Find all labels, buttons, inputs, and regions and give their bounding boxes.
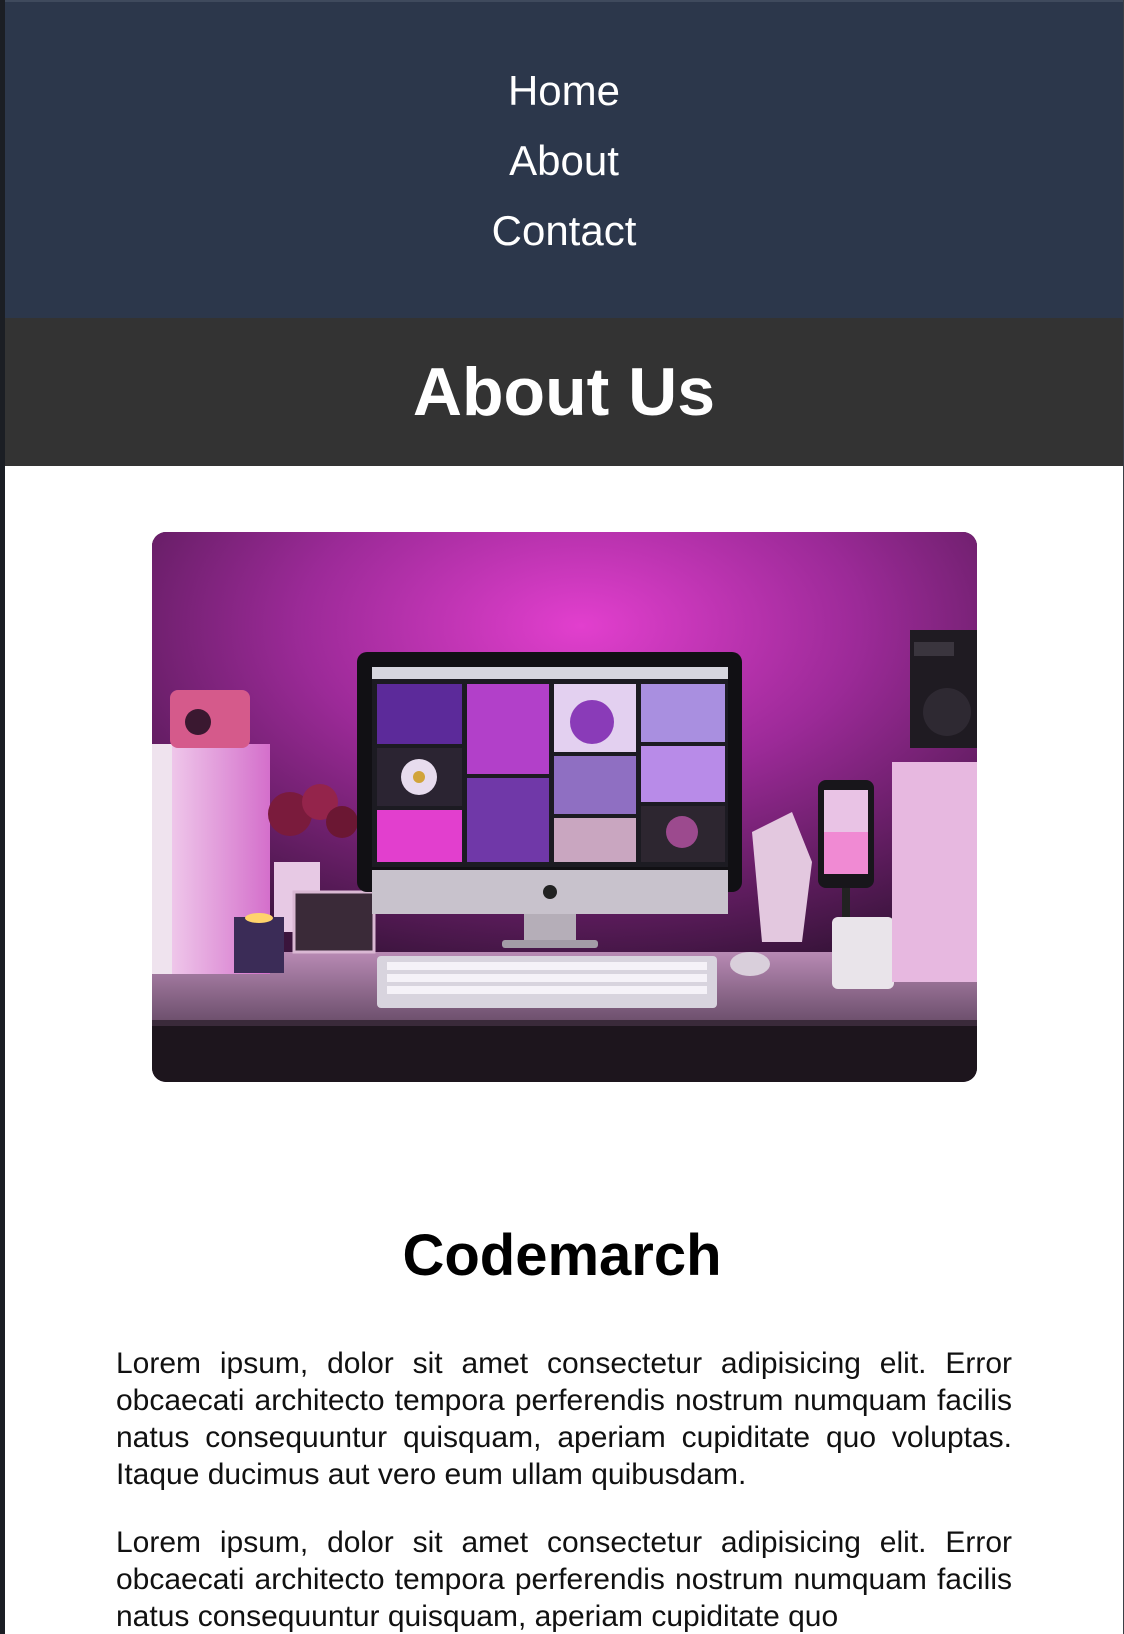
candle-icon: [234, 917, 284, 973]
page-header-band: About Us: [5, 318, 1123, 466]
nav-item-home: Home: [5, 60, 1123, 130]
mouse-icon: [730, 952, 770, 976]
top-navigation: Home About Contact: [5, 0, 1123, 318]
page: Home About Contact About Us Codemarch Lo…: [0, 0, 1124, 1634]
nav-item-contact: Contact: [5, 200, 1123, 270]
hero-photo: [152, 532, 977, 1082]
nav-link-contact[interactable]: Contact: [492, 207, 637, 254]
nav-link-home[interactable]: Home: [508, 67, 620, 114]
nav-link-about[interactable]: About: [509, 137, 619, 184]
page-title: About Us: [412, 354, 716, 430]
apple-logo-icon: [543, 885, 557, 899]
content-title: Codemarch: [402, 1223, 722, 1288]
paragraph-2: Lorem ipsum, dolor sit amet consectetur …: [116, 1526, 1012, 1633]
nav-item-about: About: [5, 130, 1123, 200]
desk-front: [152, 1022, 977, 1082]
nav-list: Home About Contact: [5, 60, 1123, 270]
paragraph-1: Lorem ipsum, dolor sit amet consectetur …: [116, 1347, 1012, 1491]
right-shelf: [892, 762, 977, 982]
mug-icon: [832, 917, 894, 989]
photo-frame-icon: [292, 890, 376, 954]
desk-setup-illustration: [152, 532, 977, 1082]
